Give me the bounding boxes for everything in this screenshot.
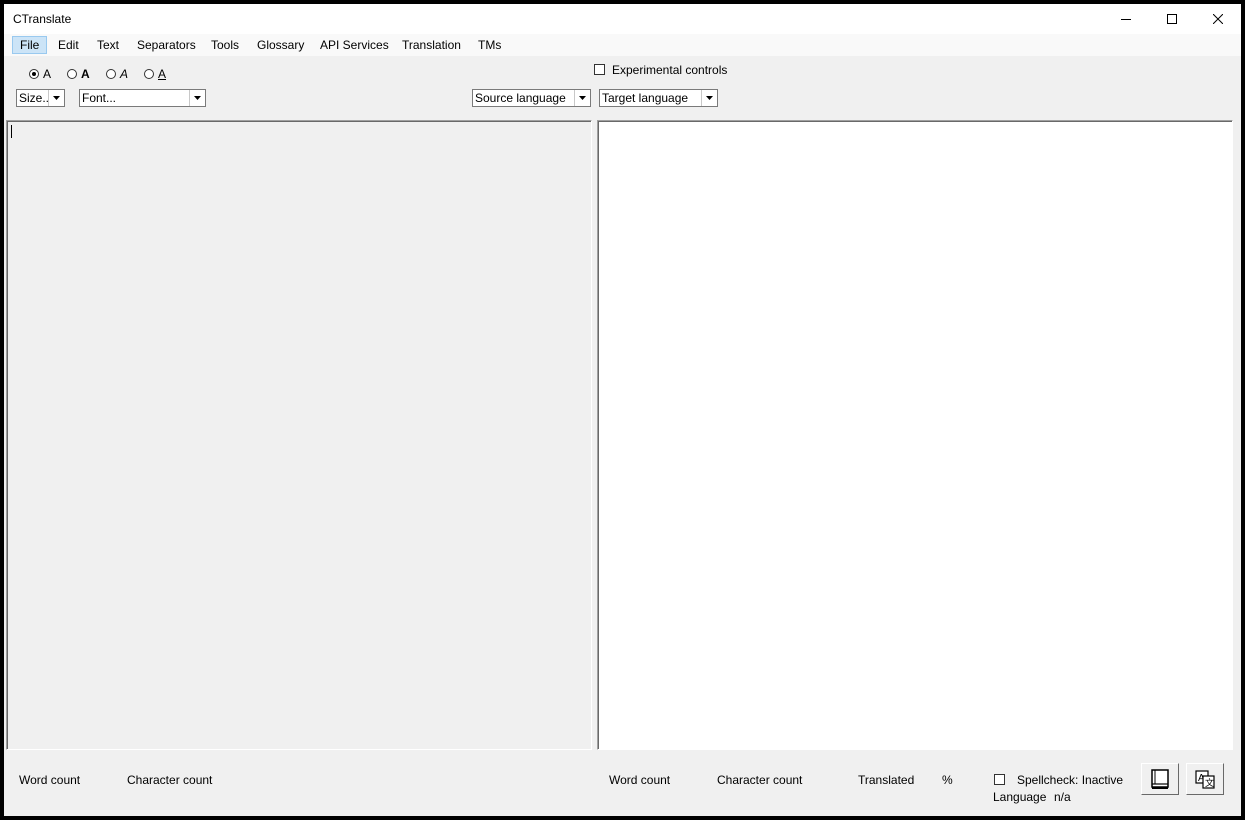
source-text-area[interactable] [6, 120, 592, 750]
style-italic-option[interactable]: A [106, 66, 128, 82]
title-bar: CTranslate [4, 4, 1241, 34]
menu-file[interactable]: File [12, 36, 48, 54]
spellcheck-label: Spellcheck: Inactive [1017, 773, 1124, 787]
maximize-button[interactable] [1149, 4, 1195, 34]
glossary-button[interactable] [1141, 763, 1179, 795]
spellcheck-checkbox[interactable] [994, 774, 1005, 785]
language-label: Language [993, 790, 1047, 804]
experimental-controls-label: Experimental controls [612, 63, 728, 77]
target-char-count-label: Character count [717, 773, 803, 787]
style-underline-label: A [158, 67, 167, 81]
font-combo-value: Font... [82, 91, 117, 105]
menu-glossary[interactable]: Glossary [249, 37, 312, 53]
svg-text:文: 文 [1205, 777, 1214, 788]
target-text-area[interactable] [597, 120, 1233, 750]
radio-normal[interactable] [29, 69, 39, 79]
style-underline-option[interactable]: A [144, 66, 166, 82]
chevron-down-icon [48, 90, 64, 106]
style-normal-option[interactable]: A [29, 66, 51, 82]
chevron-down-icon [574, 90, 590, 106]
chevron-down-icon [701, 90, 717, 106]
target-language-value: Target language [602, 91, 689, 105]
translated-percent: % [942, 773, 953, 787]
translated-label: Translated [858, 773, 915, 787]
text-caret [11, 125, 12, 138]
style-normal-label: A [43, 67, 52, 81]
chevron-down-icon [189, 90, 205, 106]
size-combo[interactable]: Size... [16, 89, 65, 107]
style-bold-label: A [81, 67, 90, 81]
target-language-combo[interactable]: Target language [599, 89, 718, 107]
menu-translation[interactable]: Translation [394, 37, 469, 53]
close-icon [1213, 14, 1223, 24]
experimental-controls-checkbox[interactable] [594, 64, 605, 75]
menu-bar: File Edit Text Separators Tools Glossary… [4, 34, 1241, 56]
font-combo[interactable]: Font... [79, 89, 206, 107]
app-window: CTranslate File Edit Text Separators Too… [4, 4, 1241, 816]
source-language-value: Source language [475, 91, 566, 105]
source-language-combo[interactable]: Source language [472, 89, 591, 107]
source-char-count-label: Character count [127, 773, 213, 787]
book-icon [1151, 769, 1169, 789]
radio-italic[interactable] [106, 69, 116, 79]
menu-tools[interactable]: Tools [203, 37, 247, 53]
menu-text[interactable]: Text [89, 37, 127, 53]
maximize-icon [1167, 14, 1177, 24]
source-word-count-label: Word count [19, 773, 81, 787]
close-button[interactable] [1195, 4, 1241, 34]
style-italic-label: A [120, 67, 129, 81]
translate-icon: A 文 [1195, 770, 1215, 789]
minimize-button[interactable] [1103, 4, 1149, 34]
target-word-count-label: Word count [609, 773, 671, 787]
radio-underline[interactable] [144, 69, 154, 79]
window-title: CTranslate [13, 12, 72, 26]
menu-tms[interactable]: TMs [470, 37, 509, 53]
menu-api-services[interactable]: API Services [312, 37, 397, 53]
minimize-icon [1121, 19, 1131, 20]
radio-bold[interactable] [67, 69, 77, 79]
language-value: n/a [1054, 790, 1071, 804]
translate-button[interactable]: A 文 [1186, 763, 1224, 795]
style-bold-option[interactable]: A [67, 66, 90, 82]
menu-edit[interactable]: Edit [50, 37, 87, 53]
menu-separators[interactable]: Separators [129, 37, 204, 53]
